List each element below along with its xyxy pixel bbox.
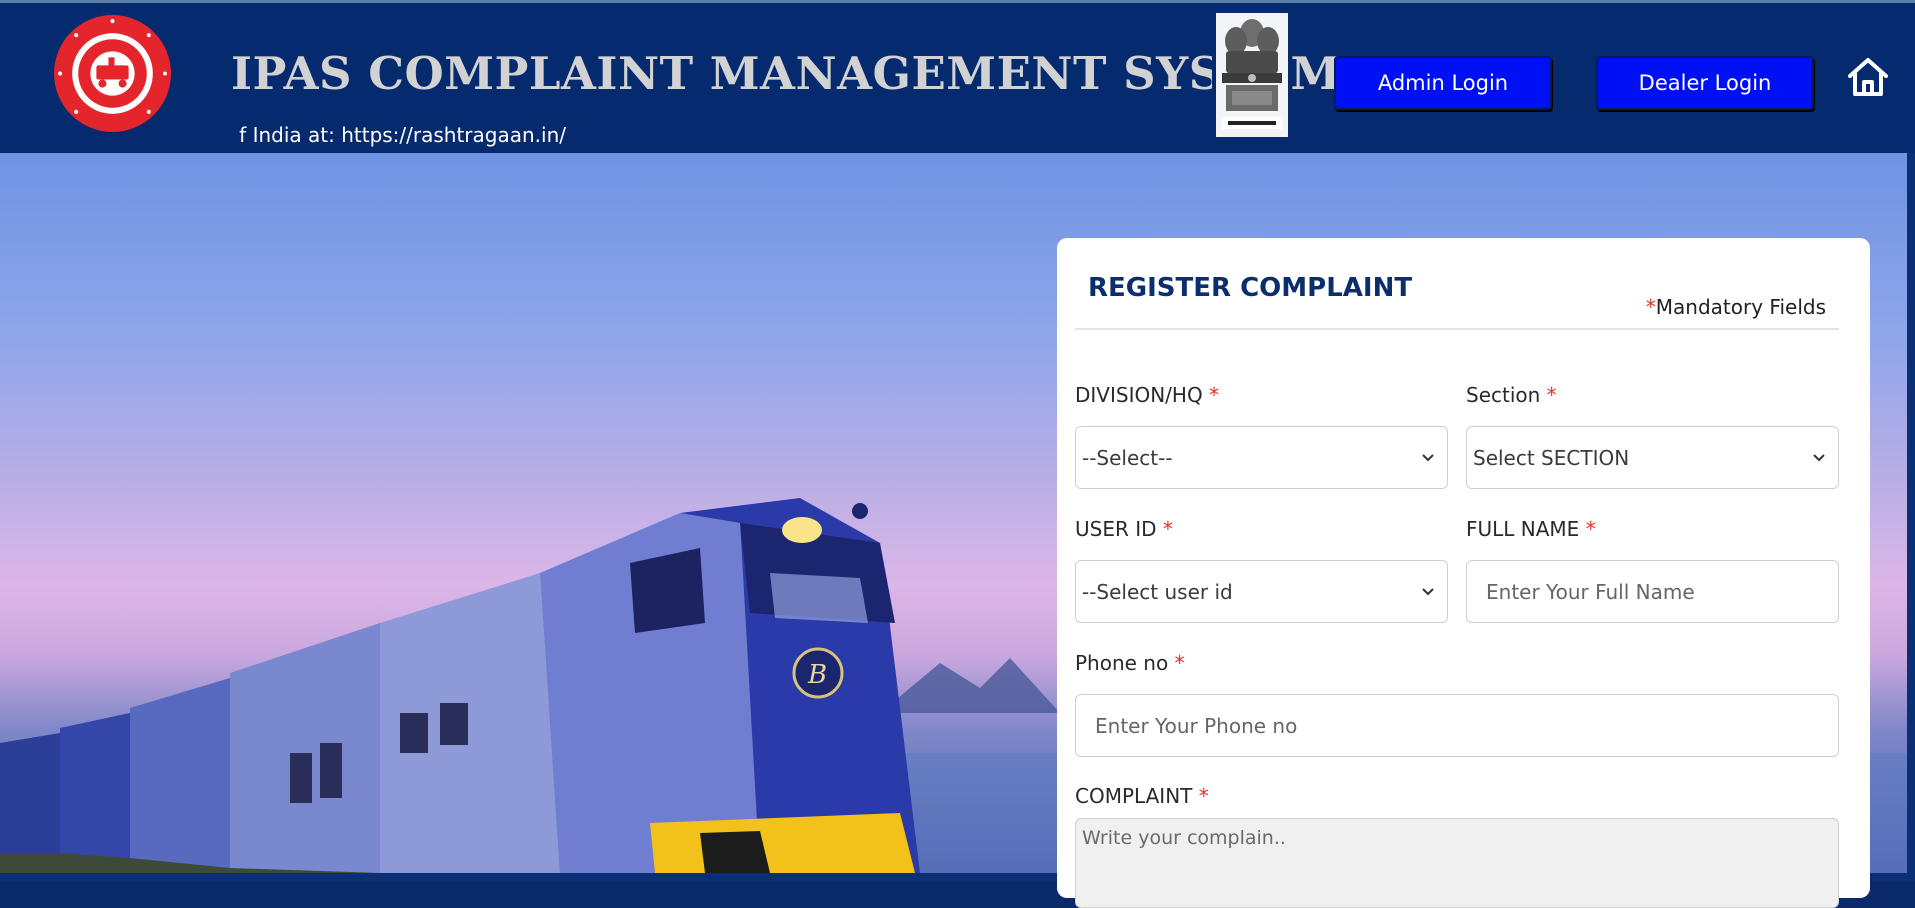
phone-label: Phone no * <box>1075 651 1185 675</box>
dealer-login-button[interactable]: Dealer Login <box>1596 56 1814 110</box>
indian-railways-logo <box>52 13 173 134</box>
form-title: REGISTER COMPLAINT <box>1088 273 1413 303</box>
division-select-value: --Select-- <box>1082 445 1173 470</box>
division-label: DIVISION/HQ * <box>1075 383 1219 407</box>
complaint-label-text: COMPLAINT <box>1075 784 1193 808</box>
required-asterisk: * <box>1174 651 1185 675</box>
chevron-down-icon <box>1422 453 1434 461</box>
division-select[interactable]: --Select-- <box>1075 426 1448 489</box>
chevron-down-icon <box>1422 587 1434 595</box>
full-name-input[interactable] <box>1466 560 1839 623</box>
required-asterisk: * <box>1546 383 1557 407</box>
required-asterisk: * <box>1585 517 1596 541</box>
section-label: Section * <box>1466 383 1557 407</box>
division-label-text: DIVISION/HQ <box>1075 383 1203 407</box>
site-header: IPAS COMPLAINT MANAGEMENT SYSTEM f India… <box>0 0 1915 153</box>
full-name-label: FULL NAME * <box>1466 517 1596 541</box>
phone-label-text: Phone no <box>1075 651 1169 675</box>
complaint-label: COMPLAINT * <box>1075 784 1209 808</box>
mandatory-fields-note: *Mandatory Fields <box>1646 295 1826 319</box>
mandatory-fields-label: Mandatory Fields <box>1655 295 1826 319</box>
required-asterisk: * <box>1198 784 1209 808</box>
user-id-select-value: --Select user id <box>1082 579 1233 604</box>
marquee-text: f India at: https://rashtragaan.in/ <box>239 123 566 147</box>
app-title: IPAS COMPLAINT MANAGEMENT SYSTEM <box>231 47 1341 100</box>
title-divider <box>1075 328 1839 330</box>
phone-input[interactable] <box>1075 694 1839 757</box>
user-id-select[interactable]: --Select user id <box>1075 560 1448 623</box>
section-label-text: Section <box>1466 383 1541 407</box>
svg-text:B: B <box>807 660 827 690</box>
home-icon[interactable] <box>1846 55 1890 99</box>
required-asterisk: * <box>1645 295 1656 319</box>
marquee-ticker: f India at: https://rashtragaan.in/ <box>228 121 568 151</box>
user-id-label: USER ID * <box>1075 517 1173 541</box>
required-asterisk: * <box>1209 383 1220 407</box>
register-complaint-card: REGISTER COMPLAINT *Mandatory Fields DIV… <box>1057 238 1870 908</box>
chevron-down-icon <box>1813 453 1825 461</box>
complaint-textarea[interactable] <box>1075 818 1839 908</box>
user-id-label-text: USER ID <box>1075 517 1157 541</box>
right-edge-strip <box>1907 153 1915 873</box>
section-select-value: Select SECTION <box>1473 445 1630 470</box>
section-select[interactable]: Select SECTION <box>1466 426 1839 489</box>
full-name-label-text: FULL NAME <box>1466 517 1580 541</box>
national-emblem-icon <box>1212 11 1292 139</box>
admin-login-button[interactable]: Admin Login <box>1334 56 1552 110</box>
required-asterisk: * <box>1162 517 1173 541</box>
